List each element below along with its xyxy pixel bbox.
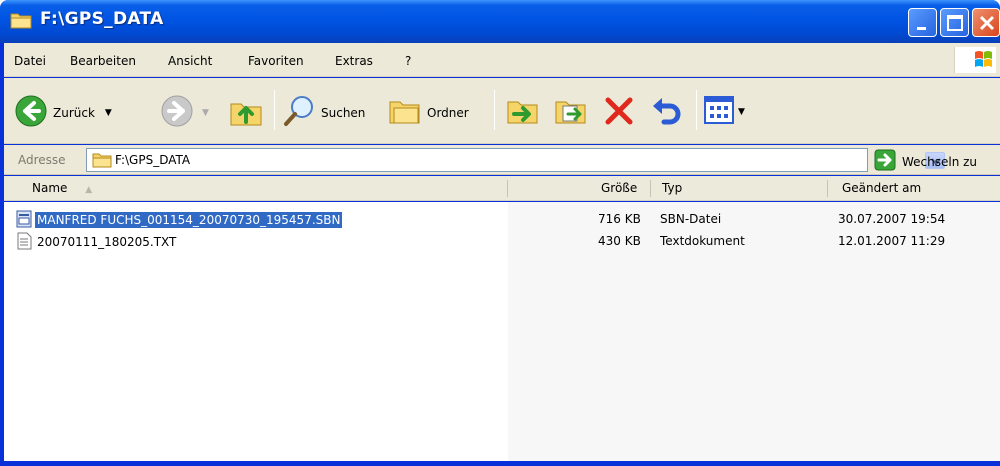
- toolbar: Zurück ▼ ▼ Suchen Ordner ▼: [4, 78, 1000, 144]
- address-input[interactable]: F:\GPS_DATA: [86, 148, 945, 172]
- column-name-label: Name: [32, 181, 68, 195]
- menu-ansicht[interactable]: Ansicht: [168, 54, 212, 68]
- windows-logo-icon: [954, 47, 996, 73]
- toolbar-separator: [494, 90, 495, 130]
- delete-x-icon: [602, 94, 636, 131]
- go-label: Wechseln zu: [902, 154, 978, 169]
- folder-icon: [10, 11, 32, 29]
- minimize-button[interactable]: [908, 8, 937, 37]
- copy-to-button[interactable]: [554, 94, 588, 131]
- up-folder-button[interactable]: [228, 92, 264, 131]
- forward-button[interactable]: ▼: [160, 94, 209, 131]
- column-separator[interactable]: [507, 180, 508, 197]
- file-type: Textdokument: [660, 234, 745, 248]
- file-list[interactable]: MANFRED FUCHS_001154_20070730_195457.SBN…: [4, 202, 1000, 461]
- column-size[interactable]: Größe: [601, 176, 637, 201]
- file-name: MANFRED FUCHS_001154_20070730_195457.SBN: [35, 212, 343, 228]
- copy-to-folder-icon: [554, 94, 588, 131]
- toolbar-separator: [696, 90, 697, 130]
- explorer-window: F:\GPS_DATA Datei Bearbeiten Ansicht Fav…: [0, 0, 1000, 466]
- views-dropdown-icon[interactable]: ▼: [738, 107, 745, 117]
- go-arrow-icon: [874, 149, 896, 174]
- undo-icon: [650, 94, 684, 131]
- menu-favoriten[interactable]: Favoriten: [248, 54, 304, 68]
- window-title: F:\GPS_DATA: [40, 9, 164, 29]
- menu-extras[interactable]: Extras: [335, 54, 373, 68]
- address-value: F:\GPS_DATA: [115, 153, 191, 167]
- back-arrow-icon: [14, 94, 48, 131]
- undo-button[interactable]: [650, 94, 684, 131]
- folders-button[interactable]: Ordner: [388, 94, 469, 131]
- move-to-folder-icon: [506, 94, 540, 131]
- menu-bearbeiten[interactable]: Bearbeiten: [70, 54, 136, 68]
- search-label: Suchen: [321, 105, 366, 120]
- sort-ascending-icon: ▲: [85, 185, 93, 195]
- sbn-file-icon: [16, 210, 32, 231]
- column-modified[interactable]: Geändert am: [842, 176, 921, 201]
- column-name[interactable]: Name ▲: [32, 176, 92, 201]
- file-size: 430 KB: [598, 234, 641, 248]
- file-type: SBN-Datei: [660, 212, 722, 226]
- title-bar[interactable]: F:\GPS_DATA: [0, 0, 1000, 43]
- file-modified: 30.07.2007 19:54: [838, 212, 946, 226]
- move-to-button[interactable]: [506, 94, 540, 131]
- close-button[interactable]: [972, 8, 1000, 37]
- file-name: 20070111_180205.TXT: [37, 235, 177, 249]
- address-bar: Adresse F:\GPS_DATA Wechseln zu: [4, 145, 1000, 175]
- file-modified: 12.01.2007 11:29: [838, 234, 946, 248]
- address-label: Adresse: [18, 153, 66, 167]
- list-item[interactable]: 20070111_180205.TXT 430 KB Textdokument …: [4, 231, 1000, 253]
- go-button[interactable]: Wechseln zu: [874, 149, 977, 174]
- folder-up-icon: [228, 92, 264, 131]
- views-button[interactable]: ▼: [704, 96, 745, 127]
- window-bottom-border: [0, 461, 1000, 466]
- delete-button[interactable]: [602, 94, 636, 131]
- file-name-cell: 20070111_180205.TXT: [16, 231, 178, 253]
- file-size: 716 KB: [598, 212, 641, 226]
- back-label: Zurück: [53, 105, 95, 120]
- file-name-cell: MANFRED FUCHS_001154_20070730_195457.SBN: [16, 209, 343, 231]
- menu-datei[interactable]: Datei: [14, 54, 46, 68]
- forward-arrow-icon: [160, 94, 194, 131]
- maximize-button[interactable]: [940, 8, 969, 37]
- folders-label: Ordner: [427, 105, 469, 120]
- menu-bar: Datei Bearbeiten Ansicht Favoriten Extra…: [4, 43, 1000, 77]
- folders-icon: [388, 94, 422, 131]
- back-button[interactable]: Zurück ▼: [14, 94, 112, 131]
- search-icon: [282, 94, 316, 131]
- column-separator[interactable]: [650, 180, 651, 197]
- back-dropdown-icon[interactable]: ▼: [105, 108, 112, 118]
- forward-dropdown-icon[interactable]: ▼: [202, 108, 209, 118]
- text-file-icon: [16, 232, 32, 253]
- column-header: Name ▲ Größe Typ Geändert am: [4, 176, 1000, 201]
- menu-help[interactable]: ?: [405, 54, 411, 68]
- column-type[interactable]: Typ: [662, 176, 682, 201]
- folder-icon: [92, 151, 112, 171]
- column-separator[interactable]: [827, 180, 828, 197]
- search-button[interactable]: Suchen: [282, 94, 365, 131]
- list-item[interactable]: MANFRED FUCHS_001154_20070730_195457.SBN…: [4, 209, 1000, 231]
- toolbar-separator: [274, 90, 275, 130]
- views-grid-icon: [704, 96, 734, 127]
